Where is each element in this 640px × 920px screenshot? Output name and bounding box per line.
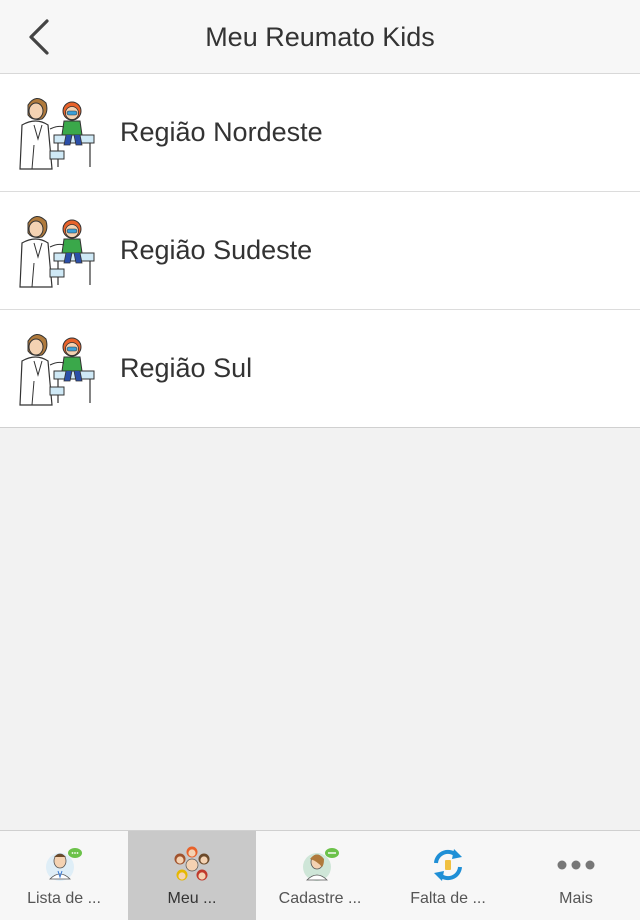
tab-mais[interactable]: Mais xyxy=(512,831,640,920)
list-item-region-sul[interactable]: Região Sul xyxy=(0,310,640,428)
tab-bar: Lista de ... Meu ... Cadastre ... Falta … xyxy=(0,830,640,920)
chevron-left-icon xyxy=(29,19,49,55)
kids-group-icon xyxy=(174,846,210,881)
doctor-with-child-icon xyxy=(19,97,95,170)
tab-label: Cadastre ... xyxy=(278,890,362,907)
navigation-bar: Meu Reumato Kids xyxy=(0,0,640,74)
register-doctor-icon xyxy=(303,848,339,881)
tab-label: Meu ... xyxy=(167,890,217,907)
region-label: Região Sudeste xyxy=(120,235,313,265)
doctor-with-child-icon xyxy=(19,215,95,288)
more-dots-icon xyxy=(557,860,595,870)
list-item-region-sudeste[interactable]: Região Sudeste xyxy=(0,192,640,310)
region-label: Região Nordeste xyxy=(120,117,323,147)
back-button[interactable] xyxy=(14,12,64,62)
region-list: Região Nordeste Região Sudeste Região Su… xyxy=(0,74,640,428)
tab-falta[interactable]: Falta de ... xyxy=(384,831,512,920)
tab-label: Mais xyxy=(559,890,593,907)
list-item-region-nordeste[interactable]: Região Nordeste xyxy=(0,74,640,192)
doctor-with-child-icon xyxy=(19,333,95,406)
tab-label: Lista de ... xyxy=(27,890,101,907)
page-title: Meu Reumato Kids xyxy=(205,21,435,52)
tab-meu[interactable]: Meu ... xyxy=(128,831,256,920)
tab-lista[interactable]: Lista de ... xyxy=(0,831,128,920)
sync-icon xyxy=(434,849,462,881)
tab-cadastre[interactable]: Cadastre ... xyxy=(256,831,384,920)
tab-label: Falta de ... xyxy=(410,890,486,907)
region-label: Região Sul xyxy=(120,353,253,383)
doctor-chat-icon xyxy=(46,848,82,881)
